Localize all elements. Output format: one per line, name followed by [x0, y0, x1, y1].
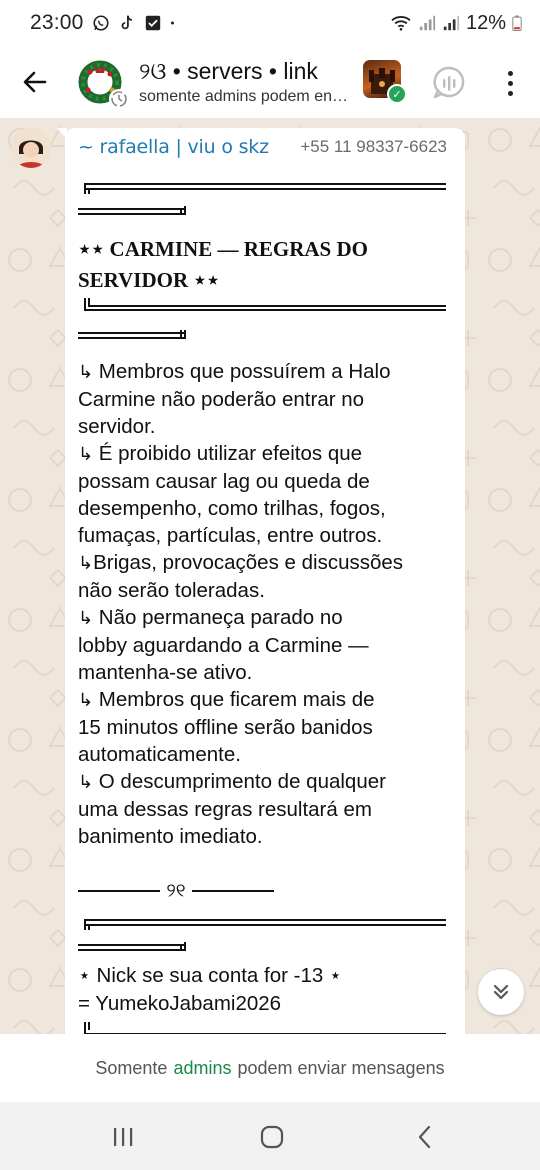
home-icon: [260, 1125, 284, 1149]
tiktok-notification-icon: [121, 15, 132, 30]
message-bubble[interactable]: ~ rafaella | viu o skz +55 11 98337-6623…: [57, 128, 465, 1034]
sender-avatar-image: [11, 128, 51, 168]
rule-item: ↳Brigas, provocações e discussões não se…: [78, 551, 404, 602]
signal-1-icon: [419, 15, 436, 31]
section-divider: ୨୧: [78, 880, 274, 902]
group-call-icon: [433, 66, 465, 99]
sender-avatar[interactable]: [11, 128, 51, 168]
whatsapp-notification-icon: [93, 15, 109, 31]
rule-item: ↳ O descumprimento de qualquer uma dessa…: [78, 770, 386, 848]
arrow-left-icon: [23, 71, 47, 93]
group-name: ୨ଓ • servers • link: [139, 57, 318, 84]
return-arrow-icon: ↳: [78, 444, 94, 465]
return-arrow-icon: ↳: [78, 608, 94, 629]
footer-prefix: Somente: [95, 1057, 168, 1078]
title-line-1: ⋆⋆ CARMINE — REGRAS DO: [78, 237, 368, 261]
double-chevron-down-icon: [493, 984, 509, 1000]
rules-list: ↳ Membros que possuírem a Halo Carmine n…: [78, 358, 447, 850]
group-avatar[interactable]: [76, 58, 129, 109]
recent-apps-icon: [114, 1128, 133, 1146]
message-title: ⋆⋆ CARMINE — REGRAS DO SERVIDOR ⋆⋆: [78, 234, 447, 296]
recent-apps-button[interactable]: [108, 1122, 138, 1152]
return-arrow-icon: ↳: [78, 772, 94, 793]
more-options-button[interactable]: [495, 64, 525, 102]
chat-header: ୨ଓ • servers • link somente admins podem…: [0, 46, 540, 118]
sender-name[interactable]: ~ rafaella | viu o skz: [78, 136, 269, 158]
return-arrow-icon: ↳: [78, 362, 94, 383]
group-info[interactable]: ୨ଓ • servers • link somente admins podem…: [139, 57, 354, 108]
wifi-icon: [391, 16, 411, 31]
more-notifications-dot-icon: [170, 21, 174, 25]
footer-suffix: podem enviar mensagens: [237, 1057, 445, 1078]
nav-back-button[interactable]: [410, 1122, 440, 1152]
title-line-2: SERVIDOR ⋆⋆: [78, 268, 220, 292]
admins-link[interactable]: admins: [173, 1058, 231, 1079]
verified-check-icon: ✓: [387, 84, 407, 104]
chat-area[interactable]: ~ rafaella | viu o skz +55 11 98337-6623…: [0, 118, 540, 1034]
frame-mid-decoration: [78, 296, 446, 344]
status-time: 23:00: [30, 11, 84, 34]
community-badge-icon: [109, 89, 129, 109]
group-call-button[interactable]: [430, 64, 468, 102]
linked-game-thumbnail[interactable]: ✓: [363, 60, 407, 104]
rule-item: ↳ Não permaneça parado no lobby aguardan…: [78, 606, 369, 684]
nav-back-icon: [418, 1125, 431, 1149]
back-button[interactable]: [0, 46, 70, 118]
frame-bottom-decoration: [78, 1018, 446, 1034]
nick-line-2: = YumekoJabami2026: [78, 992, 282, 1015]
home-button[interactable]: [257, 1122, 287, 1152]
sender-phone[interactable]: +55 11 98337-6623: [300, 137, 447, 157]
frame-top-decoration: [78, 166, 446, 224]
return-arrow-icon: ↳: [78, 553, 94, 574]
rule-item: ↳ Membros que possuírem a Halo Carmine n…: [78, 360, 391, 438]
divider-symbol: ୨୧: [166, 880, 186, 902]
checkbox-notification-icon: [145, 15, 160, 31]
scroll-to-bottom-button[interactable]: [478, 969, 524, 1015]
rule-item: ↳ É proibido utilizar efeitos que possam…: [78, 442, 386, 547]
nick-line-1: ⋆ Nick se sua conta for -13 ⋆: [78, 964, 342, 987]
admins-only-footer: Somente admins podem enviar mensagens: [0, 1034, 540, 1102]
more-vert-icon: [507, 70, 513, 76]
frame-second-decoration: [78, 902, 446, 952]
group-subtitle: somente admins podem enviar mensagens: [139, 87, 354, 105]
system-navigation-bar: [0, 1102, 540, 1170]
rule-item: ↳ Membros que ficarem mais de 15 minutos…: [78, 688, 375, 766]
nick-requirement: ⋆ Nick se sua conta for -13 ⋆ = YumekoJa…: [78, 962, 447, 1018]
status-bar: 23:00 12%: [0, 0, 540, 46]
signal-2-icon: [443, 15, 460, 31]
return-arrow-icon: ↳: [78, 690, 94, 711]
message-header: ~ rafaella | viu o skz +55 11 98337-6623: [78, 128, 447, 166]
battery-percent: 12%: [465, 11, 506, 34]
battery-icon: [512, 15, 522, 32]
